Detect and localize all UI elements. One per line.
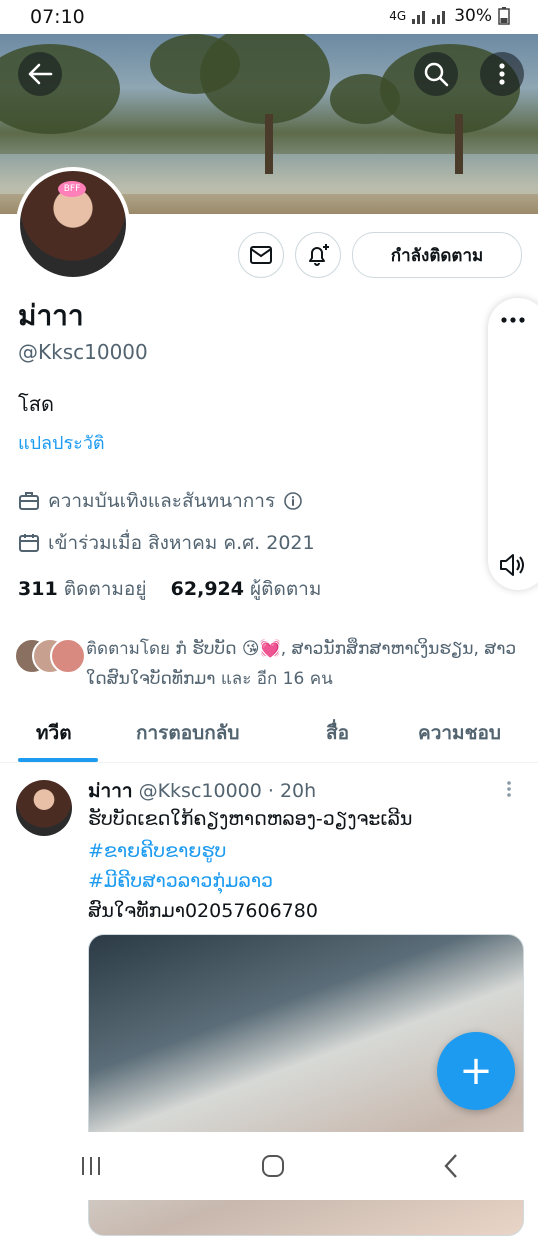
profile-tabs: ทวีต การตอบกลับ สื่อ ความชอบ	[0, 702, 538, 763]
following-button[interactable]: กำลังติดตาม	[352, 232, 522, 278]
side-panel	[488, 298, 538, 590]
tweet-text-line: ສົນໃຈທັກມາ02057606780	[88, 900, 318, 922]
following-label: ติดตามอยู่	[63, 578, 147, 600]
followed-by-text[interactable]: ติดตามโดย ກໍ ຮັບບັດ 😘💓, ສາວນັກສຶກສາຫາເງິ…	[86, 634, 526, 694]
home-icon[interactable]	[260, 1153, 286, 1179]
tweet-author-name[interactable]: ม่าาา	[88, 780, 133, 802]
search-button[interactable]	[414, 52, 458, 96]
followers-label: ผู้ติดตาม	[250, 578, 322, 600]
bell-plus-icon	[309, 244, 329, 266]
back-button[interactable]	[18, 52, 62, 96]
tab-likes[interactable]: ความชอบ	[418, 718, 501, 748]
sticker-icon: BFF	[58, 181, 86, 197]
compose-tweet-button[interactable]: +	[437, 1032, 515, 1110]
status-bar: 07:10 4G 30%	[0, 0, 538, 34]
signal-icon	[412, 11, 446, 24]
horizontal-dots-icon[interactable]	[500, 316, 526, 324]
calendar-icon	[19, 534, 39, 552]
translate-bio-link[interactable]: แปลประวัติ	[18, 428, 105, 457]
back-nav-icon[interactable]	[443, 1153, 459, 1179]
message-button[interactable]	[238, 232, 284, 278]
recent-apps-icon[interactable]	[79, 1155, 103, 1177]
tweet-time: · 20h	[267, 780, 317, 802]
battery-icon	[498, 7, 510, 25]
system-nav-bar	[0, 1132, 538, 1200]
volume-icon[interactable]	[498, 552, 528, 578]
status-icons: 4G 30%	[389, 6, 510, 26]
profile-name: ม่าาา	[18, 299, 84, 332]
following-link[interactable]: 311 ติดตามอยู่	[18, 578, 146, 600]
followed-by-avatars[interactable]	[14, 638, 86, 674]
hashtag-link[interactable]: #ຂາຍຄີບຂາຍຮູບ	[88, 840, 226, 862]
profile-bio: โสด	[18, 392, 54, 416]
search-icon	[424, 62, 449, 87]
followers-link[interactable]: 62,924 ผู้ติดตาม	[171, 578, 322, 600]
battery-percent: 30%	[454, 6, 492, 26]
tweet-more-icon[interactable]	[506, 780, 512, 798]
tab-tweets[interactable]: ทวีต	[36, 718, 72, 748]
status-time: 07:10	[30, 6, 85, 28]
avatar	[50, 638, 86, 674]
profile-joined: เข้าร่วมเมื่อ สิงหาคม ค.ศ. 2021	[18, 528, 315, 558]
vertical-dots-icon	[499, 63, 505, 85]
joined-text: เข้าร่วมเมื่อ สิงหาคม ค.ศ. 2021	[48, 532, 315, 554]
category-text: ความบันเทิงและสันทนาการ	[48, 490, 276, 512]
active-tab-indicator	[18, 758, 98, 762]
profile-avatar[interactable]: BFF	[16, 167, 130, 281]
more-options-button[interactable]	[480, 52, 524, 96]
tab-replies[interactable]: การตอบกลับ	[136, 718, 239, 748]
info-icon[interactable]	[283, 491, 303, 511]
back-arrow-icon	[28, 63, 53, 85]
tweet-author-handle[interactable]: @Kksc10000	[139, 780, 262, 802]
notification-button[interactable]	[295, 232, 341, 278]
followers-count: 62,924	[170, 578, 244, 600]
envelope-icon	[250, 246, 272, 264]
tweet-text-line: ຮັບບັດເຂດໃກ້ຄຽງຫາດຫລອງ-ວຽງຈະເລີນ	[88, 808, 413, 830]
tweet-avatar[interactable]	[16, 780, 72, 836]
tweet-header: ม่าาา @Kksc10000 · 20h	[88, 776, 316, 806]
follow-counts: 311 ติดตามอยู่ 62,924 ผู้ติดตาม	[18, 574, 321, 604]
network-label: 4G	[389, 9, 407, 23]
following-count: 311	[18, 578, 58, 600]
profile-handle: @Kksc10000	[18, 340, 148, 364]
hashtag-link[interactable]: #ມີຄີບສາວລາວກຸ່ມລາວ	[88, 870, 273, 892]
profile-category: ความบันเทิงและสันทนาการ	[18, 486, 303, 516]
briefcase-icon	[19, 492, 39, 510]
tab-media[interactable]: สื่อ	[326, 718, 349, 748]
